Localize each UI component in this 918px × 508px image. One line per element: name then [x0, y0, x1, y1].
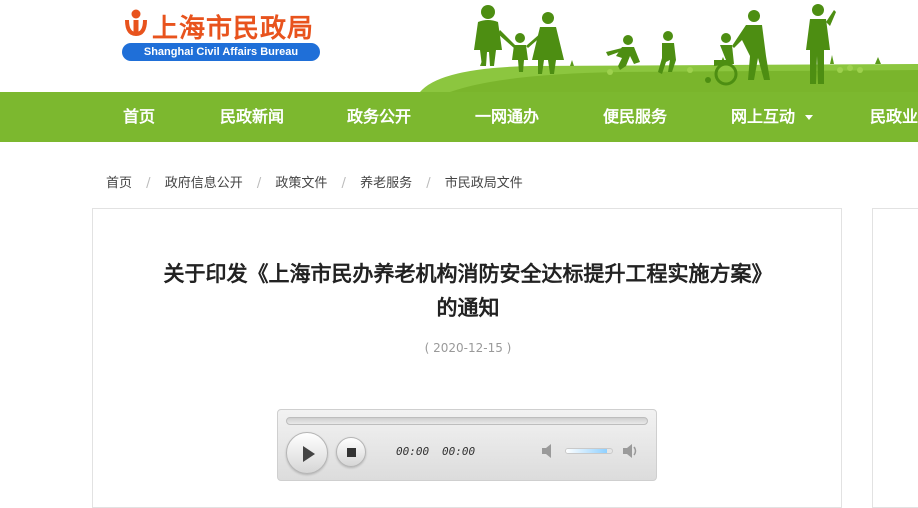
breadcrumb-item-home[interactable]: 首页: [106, 176, 132, 191]
main-nav: 首页 民政新闻 政务公开 一网通办 便民服务 网上互动 民政业: [0, 92, 918, 142]
side-panel: [872, 208, 918, 508]
logo-emblem-icon: [125, 9, 147, 36]
logo-title: 上海市民政局: [152, 14, 315, 44]
nav-home[interactable]: 首页: [123, 92, 155, 142]
article-panel: 关于印发《上海市民办养老机构消防安全达标提升工程实施方案》的通知 ( 2020-…: [92, 208, 842, 508]
breadcrumb-separator: /: [146, 176, 151, 191]
nav-label: 网上互动: [731, 107, 796, 126]
play-icon: [303, 446, 315, 462]
nav-services[interactable]: 便民服务: [603, 92, 667, 142]
audio-player: 00:00 00:00: [277, 409, 657, 481]
article-date: ( 2020-12-15 ): [424, 341, 512, 355]
family-silhouette-banner: [420, 4, 918, 92]
chevron-down-icon: [804, 115, 813, 120]
stop-button[interactable]: [336, 437, 366, 467]
breadcrumb-item-bureau-docs[interactable]: 市民政局文件: [445, 176, 523, 191]
nav-news[interactable]: 民政新闻: [220, 92, 284, 142]
breadcrumb-item-elderly[interactable]: 养老服务: [360, 176, 412, 191]
nav-label: 一网通办: [475, 107, 540, 126]
play-button[interactable]: [286, 432, 328, 474]
breadcrumb: 首页 / 政府信息公开 / 政策文件 / 养老服务 / 市民政局文件: [106, 172, 523, 192]
breadcrumb-separator: /: [256, 176, 262, 191]
nav-business[interactable]: 民政业: [870, 92, 918, 142]
article-title: 关于印发《上海市民办养老机构消防安全达标提升工程实施方案》的通知: [163, 262, 773, 320]
nav-label: 首页: [123, 107, 156, 126]
volume-max-icon[interactable]: [621, 443, 639, 459]
nav-label: 便民服务: [603, 107, 668, 126]
breadcrumb-item-gov-info[interactable]: 政府信息公开: [165, 176, 243, 191]
volume-slider[interactable]: [565, 448, 613, 454]
breadcrumb-item-policy[interactable]: 政策文件: [275, 176, 327, 191]
nav-label: 民政业: [870, 107, 918, 126]
current-time: 00:00: [396, 445, 430, 458]
breadcrumb-separator: /: [426, 176, 431, 191]
nav-label: 政务公开: [347, 107, 412, 126]
stop-icon: [347, 448, 356, 457]
mute-icon[interactable]: [540, 443, 558, 459]
duration-time: 00:00: [442, 445, 476, 458]
nav-gov-info[interactable]: 政务公开: [347, 92, 411, 142]
nav-label: 民政新闻: [220, 107, 285, 126]
breadcrumb-separator: /: [341, 176, 346, 191]
site-logo[interactable]: 上海市民政局 Shanghai Civil Affairs Bureau: [122, 6, 322, 66]
nav-interaction[interactable]: 网上互动: [731, 92, 813, 142]
volume-level: [566, 449, 608, 453]
nav-one-stop[interactable]: 一网通办: [475, 92, 539, 142]
logo-subtitle: Shanghai Civil Affairs Bureau: [122, 43, 320, 61]
audio-progress-bar[interactable]: [286, 417, 648, 425]
site-header: 上海市民政局 Shanghai Civil Affairs Bureau: [0, 0, 918, 92]
